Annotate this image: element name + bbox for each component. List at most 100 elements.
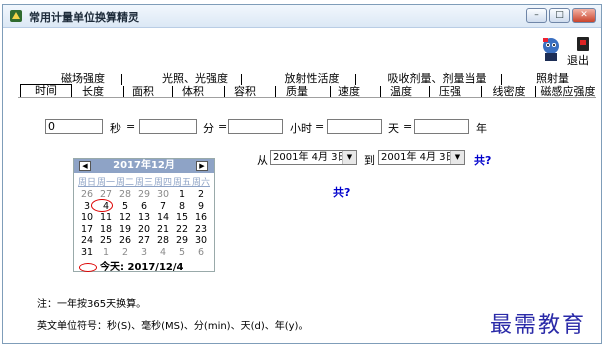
calendar-day[interactable]: 28 [116,189,134,200]
seconds-unit-label: 秒 [110,122,121,135]
calendar-day[interactable]: 1 [173,189,191,200]
tab-illuminance[interactable]: 光照、光强度 [150,72,240,85]
calendar-day[interactable]: 18 [97,224,115,235]
tab-divider [121,74,122,85]
calendar-day[interactable]: 29 [173,235,191,246]
calendar-day[interactable]: 16 [192,212,210,223]
calendar-day[interactable]: 6 [192,247,210,258]
years-unit-label: 年 [476,122,487,135]
note-unit-symbols: 英文单位符号：秒(S)、毫秒(MS)、分(min)、天(d)、年(y)。 [37,321,309,332]
calendar-day[interactable]: 27 [135,235,153,246]
calendar-day[interactable]: 29 [135,189,153,200]
calendar-day[interactable]: 5 [173,247,191,258]
window-title: 常用计量单位换算精灵 [29,11,139,24]
watermark: 最需教育 [490,313,587,338]
helper-character-icon[interactable] [539,36,563,62]
to-date-select[interactable]: 2001年 4月 3日 ▼ [378,150,465,165]
from-label: 从 [257,154,268,167]
years-input[interactable] [414,119,469,134]
calendar-day[interactable]: 19 [116,224,134,235]
calendar-day[interactable]: 22 [173,224,191,235]
calendar-day[interactable]: 24 [78,235,96,246]
exit-icon[interactable] [576,36,590,52]
calendar-day[interactable]: 11 [97,212,115,223]
chevron-down-icon[interactable]: ▼ [450,151,464,164]
total-result-label: 共? [333,186,351,199]
next-month-button[interactable]: ▶ [196,161,208,171]
tab-divider [481,86,482,97]
tab-divider [429,86,430,97]
calendar-day[interactable]: 30 [154,189,172,200]
days-input[interactable] [327,119,382,134]
tab-exposure[interactable]: 照射量 [530,72,575,85]
hours-unit-label: 小时 [290,122,312,135]
calendar-day[interactable]: 31 [78,247,96,258]
tab-divider [275,86,276,97]
calendar-day[interactable]: 9 [192,201,210,212]
calendar-day[interactable]: 10 [78,212,96,223]
calendar-month-title: 2017年12月 [113,160,175,171]
days-unit-label: 天 [388,122,399,135]
calendar-day[interactable]: 1 [97,247,115,258]
tab-divider [535,86,536,97]
calendar-day[interactable]: 3 [135,247,153,258]
calendar-day[interactable]: 14 [154,212,172,223]
tab-time[interactable]: 时间 [20,84,72,98]
prev-month-button[interactable]: ◀ [79,161,91,171]
tab-divider [380,86,381,97]
minimize-button[interactable]: – [526,8,547,23]
calendar-day[interactable]: 12 [116,212,134,223]
today-highlight [91,199,113,212]
tab-baseline [18,97,596,98]
chevron-down-icon[interactable]: ▼ [342,151,356,164]
maximize-button[interactable]: □ [549,8,570,23]
total-result-link[interactable]: 共? [474,152,491,168]
tab-absorbed-dose[interactable]: 吸收剂量、剂量当量 [382,72,492,85]
hours-input[interactable] [228,119,283,134]
equals-label: = [126,120,136,133]
calendar-day[interactable]: 23 [192,224,210,235]
tab-divider [224,86,225,97]
calendar-day[interactable]: 7 [154,201,172,212]
equals-label: = [315,120,325,133]
tab-divider [330,86,331,97]
equals-label: = [218,120,228,133]
calendar-day[interactable]: 5 [116,201,134,212]
calendar-day[interactable]: 25 [97,235,115,246]
today-button[interactable]: 今天: 2017/12/4 [79,258,184,273]
calendar-day[interactable]: 8 [173,201,191,212]
tab-divider [501,74,502,85]
to-label: 到 [364,154,375,167]
calendar-day[interactable]: 2 [116,247,134,258]
calendar-day[interactable]: 26 [78,189,96,200]
tab-divider [241,74,242,85]
tab-divider [123,86,124,97]
calendar-day[interactable]: 28 [154,235,172,246]
tab-radioactivity[interactable]: 放射性活度 [272,72,352,85]
note-year-days: 注：一年按365天换算。 [37,299,147,310]
to-date-value: 2001年 4月 3日 [381,152,456,163]
calendar-day[interactable]: 13 [135,212,153,223]
app-logo-icon [10,10,22,22]
minutes-input[interactable] [139,119,197,134]
tab-divider [172,86,173,97]
calendar-header: 2017年12月 [74,159,214,173]
calendar-day[interactable]: 20 [135,224,153,235]
seconds-input[interactable]: 0 [45,119,103,134]
minutes-unit-label: 分 [203,122,214,135]
close-button[interactable]: ✕ [572,8,596,23]
from-date-value: 2001年 4月 3日 [273,152,348,163]
title-bar: 常用计量单位换算精灵 – □ ✕ [3,5,601,28]
exit-label[interactable]: 退出 [567,52,589,68]
from-date-select[interactable]: 2001年 4月 3日 ▼ [270,150,357,165]
equals-label: = [403,120,413,133]
calendar-day[interactable]: 4 [154,247,172,258]
calendar-day[interactable]: 26 [116,235,134,246]
calendar-day[interactable]: 2 [192,189,210,200]
calendar-day[interactable]: 17 [78,224,96,235]
calendar-day[interactable]: 30 [192,235,210,246]
calendar-day[interactable]: 15 [173,212,191,223]
calendar-day[interactable]: 6 [135,201,153,212]
calendar: 2017年12月 ◀ ▶ 周日 周一 周二 周三 周四 周五 周六 26 27 28 29 30 1 2… [73,158,215,273]
calendar-day[interactable]: 21 [154,224,172,235]
